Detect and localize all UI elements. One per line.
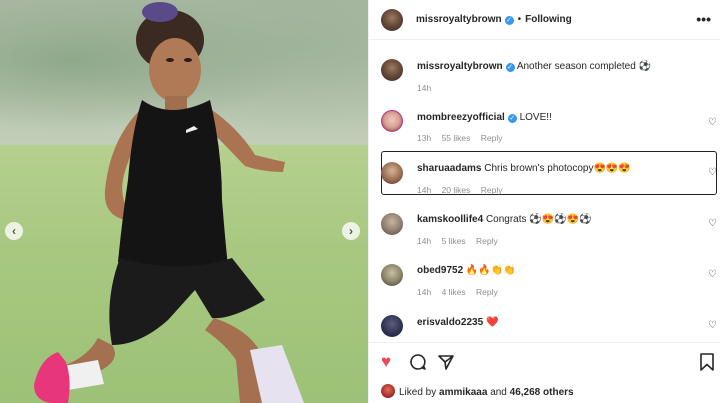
comment-username[interactable]: mombreezyofficial [417,112,505,123]
reply-button[interactable]: Reply [481,133,503,143]
comment-likes[interactable]: 5 likes [442,236,466,246]
player-illustration [34,2,304,403]
comment-time: 13h [417,133,432,143]
liked-by-line: Liked by ammikaaa and 46,268 others [381,384,574,398]
comment-like-heart-icon[interactable]: ♡ [708,269,717,280]
commenter-avatar[interactable] [381,162,403,184]
comment-username[interactable]: obed9752 [417,265,463,276]
comment-username[interactable]: sharuaadams [417,163,481,174]
comment-text: Congrats ⚽😍⚽😍⚽ [485,214,592,225]
next-image-button[interactable]: › [342,222,360,240]
comment-item: obed9752 🔥🔥👏👏 14h 4 likes Reply ♡ [369,263,720,303]
verified-badge-icon: ✓ [507,114,517,123]
comment-text: LOVE!! [519,112,552,123]
comment-icon[interactable] [409,353,427,375]
reply-button[interactable]: Reply [476,287,498,297]
following-button[interactable]: Following [525,14,572,25]
comment-item: sharuaadams Chris brown's photocopy😍😍😍 1… [369,161,720,201]
comment-time: 14h [417,185,432,195]
header-author-row: missroyaltybrown ✓ • Following [416,14,572,25]
comment-line: obed9752 🔥🔥👏👏 [417,265,516,276]
commenter-avatar[interactable] [381,110,403,132]
reply-button[interactable]: Reply [476,236,498,246]
comment-line: mombreezyofficial ✓ LOVE!! [417,112,552,123]
previous-image-button[interactable]: ‹ [5,222,23,240]
caption-time: 14h [417,83,432,93]
verified-badge-icon: ✓ [505,63,515,72]
commenter-avatar[interactable] [381,264,403,286]
separator-dot: • [517,14,522,25]
bookmark-svg [700,353,714,371]
post-header: missroyaltybrown ✓ • Following ••• [369,0,720,40]
comment-meta: 14h 20 likes Reply [417,185,511,195]
comment-line: kamskoollife4 Congrats ⚽😍⚽😍⚽ [417,214,592,225]
liked-by-user[interactable]: ammikaaa [439,387,487,398]
share-icon[interactable] [437,353,455,375]
bookmark-icon[interactable] [699,353,715,375]
comment-item: mombreezyofficial ✓ LOVE!! 13h 55 likes R… [369,110,720,150]
author-username[interactable]: missroyaltybrown [416,14,502,25]
post-media[interactable]: ‹ › [0,0,368,403]
commenter-avatar[interactable] [381,213,403,235]
post-actions: ♥ Liked by ammikaaa and 46,268 others [369,342,720,403]
comment-time: 14h [417,236,432,246]
comment-line: sharuaadams Chris brown's photocopy😍😍😍 [417,163,631,174]
post-caption: missroyaltybrown ✓ Another season complet… [369,52,720,96]
liker-avatar[interactable] [381,384,395,398]
caption-avatar[interactable] [381,59,403,81]
author-avatar[interactable] [381,9,403,31]
comment-username[interactable]: erisvaldo2235 [417,317,483,328]
caption-text: Another season completed ⚽ [516,61,652,72]
commenter-avatar[interactable] [381,315,403,337]
comment-likes[interactable]: 4 likes [442,287,466,297]
comment-time: 14h [417,287,432,297]
comment-meta: 14h 5 likes Reply [417,236,506,246]
comment-text: 🔥🔥👏👏 [465,265,516,276]
comment-item: kamskoollife4 Congrats ⚽😍⚽😍⚽ 14h 5 likes… [369,212,720,252]
share-plane-svg [438,355,454,370]
comment-text: ❤️ [485,317,499,328]
caption-username[interactable]: missroyaltybrown [417,61,503,72]
comment-like-heart-icon[interactable]: ♡ [708,167,717,178]
comment-like-heart-icon[interactable]: ♡ [708,218,717,229]
comment-text: Chris brown's photocopy😍😍😍 [484,163,631,174]
reply-button[interactable]: Reply [481,185,503,195]
comment-like-heart-icon[interactable]: ♡ [708,117,717,128]
comment-likes[interactable]: 55 likes [442,133,471,143]
more-options-icon[interactable]: ••• [696,11,711,27]
liked-by-and: and [490,387,507,398]
like-heart-icon[interactable]: ♥ [381,353,391,371]
post-sidebar: missroyaltybrown ✓ • Following ••• missroya… [368,0,720,403]
comment-line: erisvaldo2235 ❤️ [417,317,498,328]
comment-username[interactable]: kamskoollife4 [417,214,483,225]
caption-line: missroyaltybrown ✓ Another season complet… [417,61,651,72]
comment-like-heart-icon[interactable]: ♡ [708,320,717,331]
comment-bubble-svg [410,354,426,370]
liked-by-prefix: Liked by [399,387,437,398]
comment-meta: 13h 55 likes Reply [417,133,511,143]
comment-meta: 14h 4 likes Reply [417,287,506,297]
comment-item: erisvaldo2235 ❤️ ♡ [369,314,720,340]
comment-likes[interactable]: 20 likes [442,185,471,195]
liked-by-count[interactable]: 46,268 others [510,387,574,398]
verified-badge-icon: ✓ [504,16,514,25]
